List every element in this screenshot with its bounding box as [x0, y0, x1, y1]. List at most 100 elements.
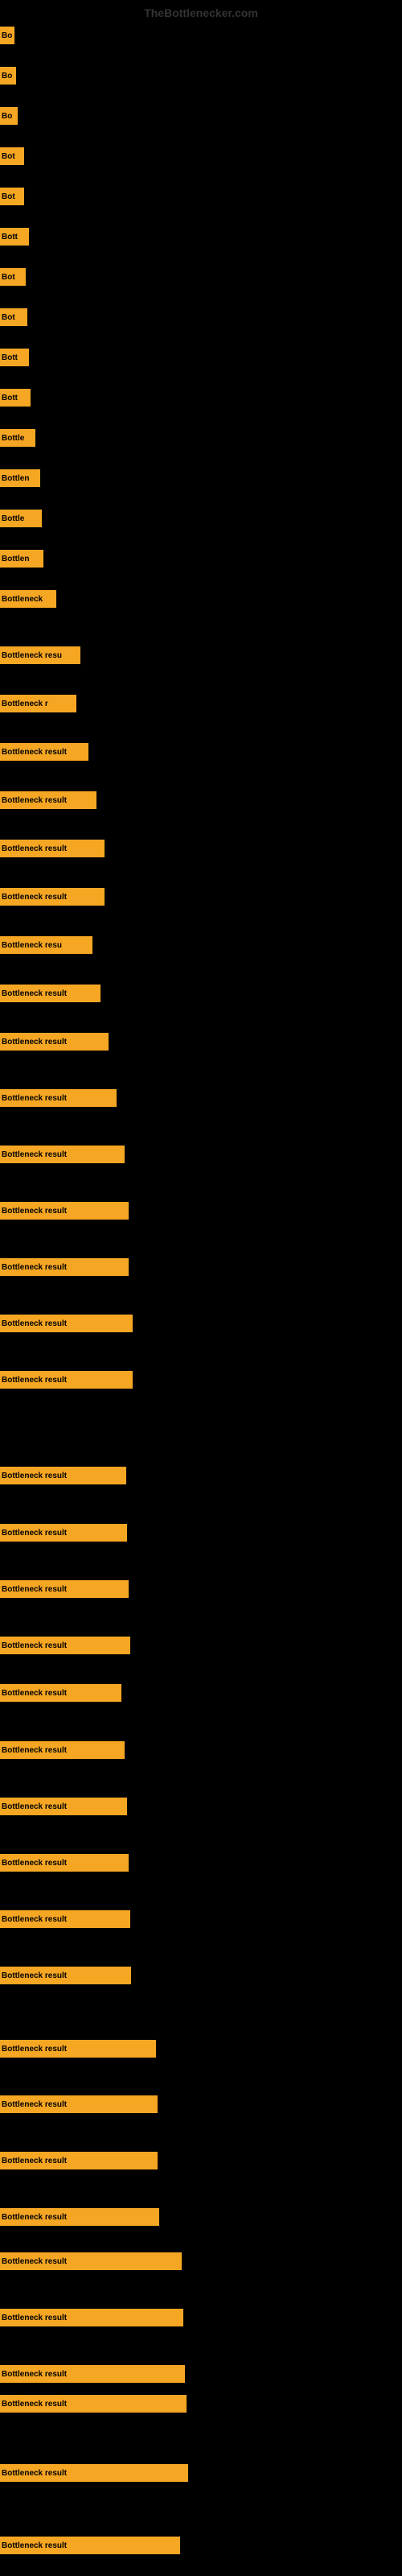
bar-item-36: Bottleneck result	[0, 1739, 125, 1761]
bar-item-27: Bottleneck result	[0, 1199, 129, 1222]
bar-label-10: Bott	[2, 394, 18, 402]
bar-label-11: Bottle	[2, 434, 24, 443]
bar-item-40: Bottleneck result	[0, 1964, 131, 1987]
bar-label-19: Bottleneck result	[2, 796, 67, 805]
bar-label-29: Bottleneck result	[2, 1319, 67, 1328]
bar-item-19: Bottleneck result	[0, 789, 96, 811]
bar-item-41: Bottleneck result	[0, 2037, 156, 2060]
bar-label-4: Bot	[2, 152, 15, 161]
bar-label-8: Bot	[2, 313, 15, 322]
bar-item-5: Bot	[0, 185, 24, 208]
bar-label-5: Bot	[2, 192, 15, 201]
bar-item-11: Bottle	[0, 427, 35, 449]
bar-item-33: Bottleneck result	[0, 1578, 129, 1600]
bar-item-21: Bottleneck result	[0, 886, 105, 908]
bar-item-6: Bott	[0, 225, 29, 248]
bar-item-26: Bottleneck result	[0, 1143, 125, 1166]
bar-item-15: Bottleneck	[0, 588, 56, 610]
bar-label-21: Bottleneck result	[2, 893, 67, 902]
bar-label-50: Bottleneck result	[2, 2541, 67, 2550]
bar-label-39: Bottleneck result	[2, 1915, 67, 1924]
bar-label-15: Bottleneck	[2, 595, 43, 604]
bar-label-1: Bo	[2, 31, 12, 40]
bar-label-16: Bottleneck resu	[2, 651, 62, 660]
bar-item-48: Bottleneck result	[0, 2392, 187, 2415]
bar-item-10: Bott	[0, 386, 31, 409]
bar-label-38: Bottleneck result	[2, 1859, 67, 1868]
bar-label-13: Bottle	[2, 514, 24, 523]
bar-item-35: Bottleneck result	[0, 1682, 121, 1704]
bar-label-30: Bottleneck result	[2, 1376, 67, 1385]
bar-label-31: Bottleneck result	[2, 1472, 67, 1480]
bar-item-14: Bottlen	[0, 547, 43, 570]
bar-item-42: Bottleneck result	[0, 2093, 158, 2116]
bar-item-47: Bottleneck result	[0, 2363, 185, 2385]
bar-item-39: Bottleneck result	[0, 1908, 130, 1930]
bar-item-37: Bottleneck result	[0, 1795, 127, 1818]
bar-item-7: Bot	[0, 266, 26, 288]
bar-label-48: Bottleneck result	[2, 2400, 67, 2409]
bar-item-23: Bottleneck result	[0, 982, 100, 1005]
bar-label-28: Bottleneck result	[2, 1263, 67, 1272]
bar-item-28: Bottleneck result	[0, 1256, 129, 1278]
bar-label-24: Bottleneck result	[2, 1038, 67, 1046]
bar-item-46: Bottleneck result	[0, 2306, 183, 2329]
bar-item-49: Bottleneck result	[0, 2462, 188, 2484]
bar-item-13: Bottle	[0, 507, 42, 530]
bar-label-17: Bottleneck r	[2, 700, 48, 708]
bar-label-22: Bottleneck resu	[2, 941, 62, 950]
bar-item-17: Bottleneck r	[0, 692, 76, 715]
bar-item-25: Bottleneck result	[0, 1087, 117, 1109]
bar-item-9: Bott	[0, 346, 29, 369]
bar-label-40: Bottleneck result	[2, 1971, 67, 1980]
bar-label-32: Bottleneck result	[2, 1529, 67, 1538]
bar-item-30: Bottleneck result	[0, 1368, 133, 1391]
bar-item-45: Bottleneck result	[0, 2250, 182, 2273]
bar-label-33: Bottleneck result	[2, 1585, 67, 1594]
bar-item-29: Bottleneck result	[0, 1312, 133, 1335]
bar-label-26: Bottleneck result	[2, 1150, 67, 1159]
bar-label-42: Bottleneck result	[2, 2100, 67, 2109]
bar-label-34: Bottleneck result	[2, 1641, 67, 1650]
bar-label-45: Bottleneck result	[2, 2257, 67, 2266]
bar-label-43: Bottleneck result	[2, 2157, 67, 2165]
site-title: TheBottlenecker.com	[144, 6, 258, 19]
bar-item-24: Bottleneck result	[0, 1030, 109, 1053]
bar-label-20: Bottleneck result	[2, 844, 67, 853]
bar-label-9: Bott	[2, 353, 18, 362]
bar-item-22: Bottleneck resu	[0, 934, 92, 956]
bar-item-38: Bottleneck result	[0, 1852, 129, 1874]
bar-item-18: Bottleneck result	[0, 741, 88, 763]
bar-label-6: Bott	[2, 233, 18, 242]
bar-item-12: Bottlen	[0, 467, 40, 489]
bar-label-36: Bottleneck result	[2, 1746, 67, 1755]
bar-label-18: Bottleneck result	[2, 748, 67, 757]
bar-label-27: Bottleneck result	[2, 1207, 67, 1216]
bar-label-7: Bot	[2, 273, 15, 282]
bar-label-2: Bo	[2, 72, 12, 80]
bar-label-12: Bottlen	[2, 474, 29, 483]
bar-item-3: Bo	[0, 105, 18, 127]
bar-item-44: Bottleneck result	[0, 2206, 159, 2228]
bar-label-49: Bottleneck result	[2, 2469, 67, 2478]
bar-label-23: Bottleneck result	[2, 989, 67, 998]
bar-item-32: Bottleneck result	[0, 1521, 127, 1544]
bar-item-8: Bot	[0, 306, 27, 328]
bar-item-20: Bottleneck result	[0, 837, 105, 860]
bar-item-4: Bot	[0, 145, 24, 167]
bar-label-37: Bottleneck result	[2, 1802, 67, 1811]
bar-label-44: Bottleneck result	[2, 2213, 67, 2222]
bar-item-43: Bottleneck result	[0, 2149, 158, 2172]
bar-label-35: Bottleneck result	[2, 1689, 67, 1698]
bar-label-3: Bo	[2, 112, 12, 121]
bar-label-14: Bottlen	[2, 555, 29, 564]
bar-item-31: Bottleneck result	[0, 1464, 126, 1487]
bar-item-1: Bo	[0, 24, 14, 47]
bar-label-46: Bottleneck result	[2, 2314, 67, 2322]
bar-item-34: Bottleneck result	[0, 1634, 130, 1657]
bar-item-16: Bottleneck resu	[0, 644, 80, 667]
bar-label-47: Bottleneck result	[2, 2370, 67, 2379]
bar-item-2: Bo	[0, 64, 16, 87]
bar-label-41: Bottleneck result	[2, 2045, 67, 2054]
bar-label-25: Bottleneck result	[2, 1094, 67, 1103]
